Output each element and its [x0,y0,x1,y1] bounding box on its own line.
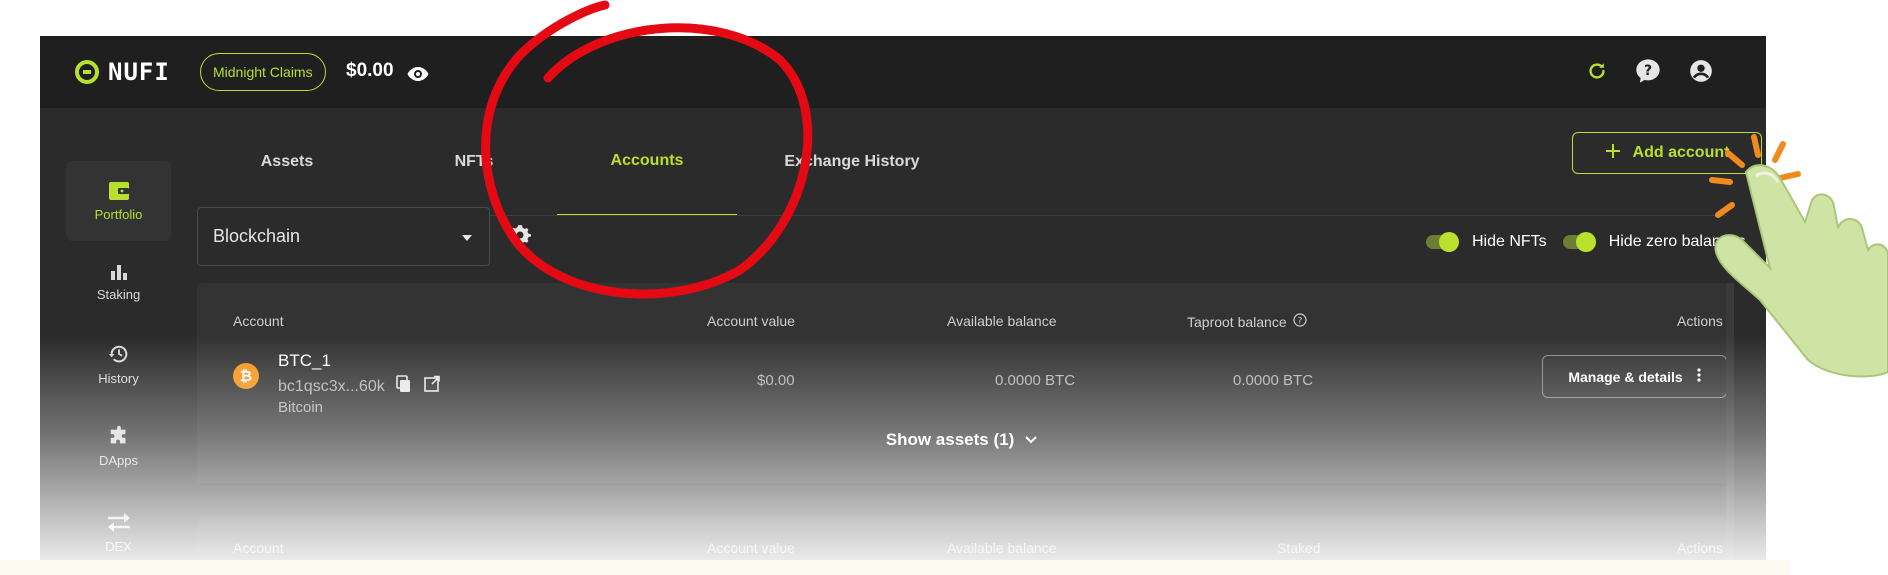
sidebar-item-label: Portfolio [94,206,143,222]
hide-nfts-toggle[interactable] [1426,232,1459,252]
column-header-actions: Actions [1677,540,1723,556]
add-account-label: Add account [1632,144,1730,161]
sidebar-item-label: Staking [96,286,141,302]
refresh-icon[interactable] [1586,60,1608,87]
account-address: bc1qsc3x...60k [278,377,385,395]
column-header-actions: Actions [1677,313,1723,329]
sidebar-item-staking[interactable]: Staking [66,242,171,322]
nufi-logo-icon [75,60,99,84]
column-header-account: Account [233,540,284,556]
scrollbar[interactable] [1726,283,1734,560]
show-assets-button[interactable]: Show assets (1) [197,425,1727,455]
logo-text: NUFI [108,58,170,86]
bottom-background-strip [0,560,1790,575]
chevron-down-icon [1024,430,1038,450]
tab-accounts[interactable]: Accounts [557,108,737,216]
swap-icon [107,512,130,532]
nufi-wallet-app: NUFI Midnight Claims $0.00 ? Portfolio S… [40,36,1766,560]
column-header-taproot-balance: Taproot balance ? [1187,313,1307,330]
sidebar-item-portfolio[interactable]: Portfolio [66,161,171,241]
show-assets-label: Show assets (1) [885,430,1015,449]
column-header-staked: Staked [1277,540,1321,556]
bar-chart-icon [110,264,127,280]
info-icon[interactable]: ? [1293,313,1307,330]
account-address-row: bc1qsc3x...60k [278,375,441,398]
more-vert-icon [1697,368,1701,385]
midnight-claims-button[interactable]: Midnight Claims [200,53,326,91]
blockchain-select[interactable]: Blockchain [197,207,490,266]
top-bar: NUFI Midnight Claims $0.00 ? [40,36,1766,108]
tab-nfts[interactable]: NFTs [384,108,564,216]
eye-icon[interactable] [406,62,430,91]
blockchain-select-value: Blockchain [213,226,301,246]
bitcoin-icon: ₿ [233,363,259,389]
sidebar-item-label: DEX [105,538,132,554]
total-balance: $0.00 [346,60,394,81]
external-link-icon[interactable] [423,375,441,398]
sidebar-item-label: DApps [98,452,139,468]
sidebar: Portfolio Staking History DApps DEX [40,108,190,560]
svg-text:?: ? [1297,317,1302,327]
filter-toggles: Hide NFTs Hide zero balances [1426,232,1746,252]
manage-details-button[interactable]: Manage & details [1542,355,1727,398]
nufi-logo[interactable]: NUFI [74,57,170,87]
available-balance: 0.0000 BTC [995,372,1076,389]
history-icon [108,345,127,362]
account-circle-icon[interactable] [1688,58,1714,89]
column-header-account: Account [233,313,284,329]
account-card: Account Account value Available balance … [197,516,1727,560]
account-card: Account Account value Available balance … [197,283,1727,483]
wallet-icon [108,181,129,200]
sidebar-item-dex[interactable]: DEX [66,492,171,560]
svg-text:?: ? [1644,63,1652,79]
gear-icon[interactable] [508,223,532,252]
column-header-available-balance: Available balance [947,313,1057,329]
hide-zero-balances-label: Hide zero balances [1608,233,1746,250]
column-header-account-value: Account value [707,540,795,556]
account-name: BTC_1 [278,351,331,370]
hide-nfts-label: Hide NFTs [1472,233,1547,250]
account-value: $0.00 [757,372,795,389]
top-icons: ? [1586,57,1714,90]
copy-icon[interactable] [395,375,413,398]
column-header-account-value: Account value [707,313,795,329]
sidebar-item-dapps[interactable]: DApps [66,406,171,486]
column-header-available-balance: Available balance [947,540,1057,556]
plus-icon [1605,143,1621,164]
help-icon[interactable]: ? [1634,57,1662,90]
add-account-button[interactable]: Add account [1572,132,1762,174]
sidebar-item-history[interactable]: History [66,324,171,404]
hide-zero-balances-toggle[interactable] [1562,232,1596,252]
tab-bar: Assets NFTs Accounts Exchange History [197,108,1727,216]
tab-assets[interactable]: Assets [197,108,377,216]
taproot-balance: 0.0000 BTC [1233,372,1314,389]
account-chain: Bitcoin [278,399,324,416]
taproot-header-label: Taproot balance [1187,313,1287,330]
manage-details-label: Manage & details [1568,368,1683,385]
puzzle-icon [110,425,125,443]
sidebar-item-label: History [98,370,139,386]
dropdown-arrow-icon [461,226,473,247]
tab-exchange-history[interactable]: Exchange History [752,108,952,216]
